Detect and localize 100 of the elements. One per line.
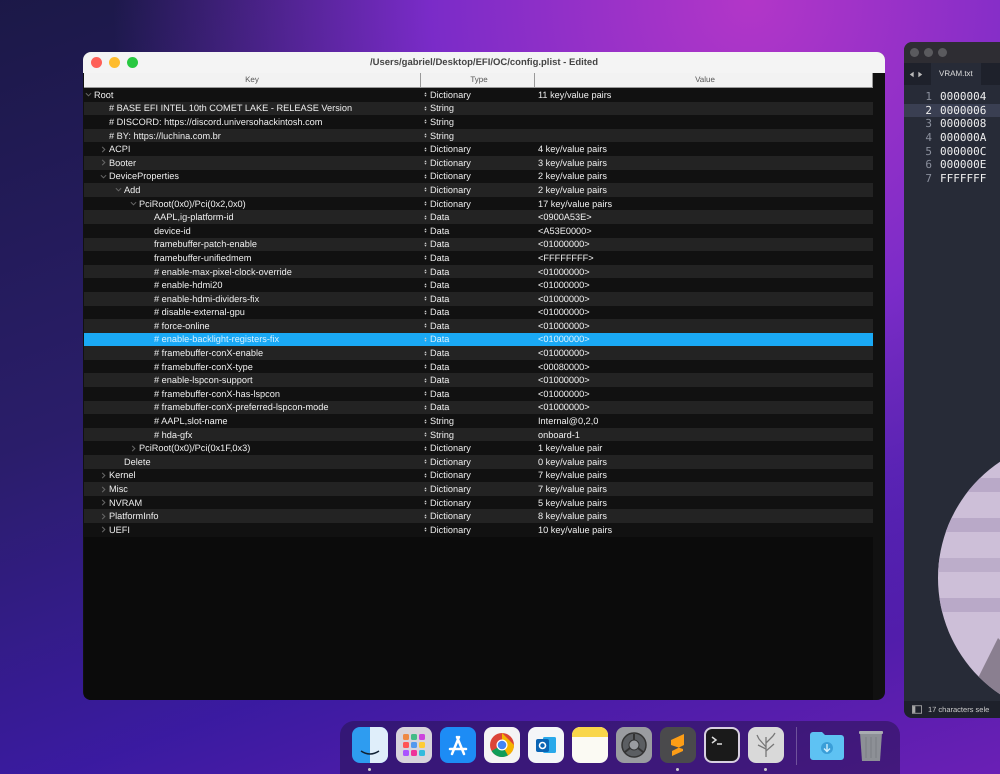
stepper-icon[interactable] <box>424 104 427 112</box>
browser-app-icon[interactable] <box>484 727 520 763</box>
settings-app-icon[interactable] <box>616 727 652 763</box>
stepper-icon[interactable] <box>424 526 427 534</box>
outline-row[interactable]: Root Dictionary 11 key/value pairs <box>84 88 873 102</box>
outline-row[interactable]: # framebuffer-conX-type Data <00080000> <box>84 360 873 374</box>
outline-row[interactable]: # force-online Data <01000000> <box>84 319 873 333</box>
outline-row[interactable]: # enable-lspcon-support Data <01000000> <box>84 373 873 388</box>
terminal-app-icon[interactable] <box>704 727 740 763</box>
stepper-icon[interactable] <box>424 159 427 166</box>
outline-row[interactable]: framebuffer-unifiedmem Data <FFFFFFFF> <box>84 251 873 265</box>
column-header[interactable]: Type <box>421 73 535 87</box>
outline-row[interactable]: # BASE EFI INTEL 10th COMET LAKE - RELEASE Version String <box>84 102 873 116</box>
type-text: Dictionary <box>430 498 471 508</box>
stepper-icon[interactable] <box>424 486 427 493</box>
outline-row[interactable]: # enable-hdmi20 Data <01000000> <box>84 278 873 292</box>
outline-row[interactable]: ACPI Dictionary 4 key/value pairs <box>84 142 873 156</box>
key-text: NVRAM <box>108 498 142 508</box>
value-text: <01000000> <box>538 334 590 344</box>
outline-row[interactable]: AAPL,ig-platform-id Data <0900A53E> <box>84 210 873 224</box>
stepper-icon[interactable] <box>424 472 427 479</box>
expand-chevron-icon[interactable] <box>130 444 137 452</box>
expand-chevron-icon[interactable] <box>100 526 107 534</box>
stepper-icon[interactable] <box>424 404 427 411</box>
stepper-icon[interactable] <box>424 240 427 248</box>
stepper-icon[interactable] <box>424 308 427 316</box>
stepper-icon[interactable] <box>424 200 427 208</box>
column-header[interactable]: Key <box>84 73 421 87</box>
collapse-chevron-icon[interactable] <box>115 186 122 194</box>
stepper-icon[interactable] <box>424 295 427 302</box>
stepper-icon[interactable] <box>424 146 427 153</box>
outline-row[interactable]: Misc Dictionary 7 key/value pairs <box>84 482 873 496</box>
outline-row[interactable]: # BY: https://luchina.com.br String <box>84 128 873 142</box>
outline-row[interactable]: # hda-gfx String onboard-1 <box>84 428 873 442</box>
stepper-icon[interactable] <box>424 390 427 398</box>
collapse-chevron-icon[interactable] <box>100 172 107 180</box>
outline-row[interactable]: PlatformInfo Dictionary 8 key/value pairs <box>84 509 873 523</box>
collapse-chevron-icon[interactable] <box>130 200 137 208</box>
back-forward-icon[interactable] <box>909 70 923 78</box>
outline-row[interactable]: # AAPL,slot-name String Internal@0,2,0 <box>84 414 873 428</box>
outline-row[interactable]: # framebuffer-conX-enable Data <01000000> <box>84 346 873 360</box>
outline-row[interactable]: # DISCORD: https://discord.universohackintosh.com String <box>84 115 873 129</box>
expand-chevron-icon[interactable] <box>100 472 107 479</box>
tree-app-icon[interactable] <box>748 727 784 763</box>
stepper-icon[interactable] <box>424 350 427 357</box>
stepper-icon[interactable] <box>424 268 427 276</box>
outline-row[interactable]: framebuffer-patch-enable Data <01000000> <box>84 238 873 252</box>
outline-row[interactable]: # framebuffer-conX-has-lspcon Data <01000000> <box>84 387 873 401</box>
outline-row[interactable]: # framebuffer-conX-preferred-lspcon-mode Data <01000000> <box>84 400 873 414</box>
expand-chevron-icon[interactable] <box>100 486 107 493</box>
appstore-app-icon[interactable] <box>440 727 476 763</box>
stepper-icon[interactable] <box>424 458 427 466</box>
notes-app-icon[interactable] <box>572 727 608 763</box>
stepper-icon[interactable] <box>424 512 427 520</box>
expand-chevron-icon[interactable] <box>100 512 107 520</box>
type-text: String <box>430 430 454 440</box>
launchpad-app-icon[interactable] <box>396 727 432 763</box>
outline-row[interactable]: # enable-hdmi-dividers-fix Data <01000000> <box>84 292 873 306</box>
outline-row[interactable]: Add Dictionary 2 key/value pairs <box>84 183 873 197</box>
outline-row[interactable]: NVRAM Dictionary 5 key/value pairs <box>84 496 873 510</box>
sidebar-icon[interactable] <box>912 705 922 714</box>
outline-row[interactable]: # enable-max-pixel-clock-override Data <01000000> <box>84 264 873 278</box>
outline-row[interactable]: PciRoot(0x0)/Pci(0x2,0x0) Dictionary 17 key/value pairs <box>84 196 873 210</box>
stepper-icon[interactable] <box>424 499 427 506</box>
key-text: # framebuffer-conX-has-lspcon <box>153 388 280 399</box>
stepper-icon[interactable] <box>424 418 427 425</box>
stepper-icon[interactable] <box>424 282 427 289</box>
outline-row[interactable]: UEFI Dictionary 10 key/value pairs <box>84 523 873 537</box>
column-header[interactable]: Value <box>535 73 873 87</box>
stepper-icon[interactable] <box>424 91 427 98</box>
outline-row[interactable]: # disable-external-gpu Data <01000000> <box>84 306 873 320</box>
expand-chevron-icon[interactable] <box>100 146 107 153</box>
stepper-icon[interactable] <box>424 431 427 438</box>
mail-app-icon[interactable] <box>528 727 564 763</box>
line-number: 7 <box>924 172 933 185</box>
stepper-icon[interactable] <box>424 172 427 180</box>
stepper-icon[interactable] <box>424 118 427 126</box>
stepper-icon[interactable] <box>424 132 427 140</box>
stepper-icon[interactable] <box>424 186 427 194</box>
finder-app-icon[interactable] <box>352 727 388 763</box>
outline-row[interactable]: device-id Data <A53E0000> <box>84 224 873 238</box>
stepper-icon[interactable] <box>424 322 427 330</box>
expand-chevron-icon[interactable] <box>100 159 107 166</box>
outline-row[interactable]: Kernel Dictionary 7 key/value pairs <box>84 468 873 482</box>
expand-chevron-icon[interactable] <box>100 499 107 506</box>
outline-row[interactable]: Delete Dictionary 0 key/value pairs <box>84 455 873 469</box>
stepper-icon[interactable] <box>424 363 427 370</box>
stepper-icon[interactable] <box>424 227 427 234</box>
stepper-icon[interactable] <box>424 254 427 262</box>
type-text: Data <box>430 212 450 222</box>
outline-row[interactable]: DeviceProperties Dictionary 2 key/value pairs <box>84 170 873 184</box>
stepper-icon[interactable] <box>424 214 427 221</box>
stepper-icon[interactable] <box>424 376 427 384</box>
stepper-icon[interactable] <box>424 444 427 452</box>
outline-row[interactable]: Booter Dictionary 3 key/value pairs <box>84 156 873 170</box>
outline-row[interactable]: PciRoot(0x0)/Pci(0x1F,0x3) Dictionary 1 key/value pair <box>84 441 873 456</box>
file-tab[interactable]: VRAM.txt <box>931 63 981 85</box>
close-button[interactable] <box>91 57 102 68</box>
editor-app-icon[interactable] <box>660 727 696 763</box>
collapse-chevron-icon[interactable] <box>85 91 92 98</box>
